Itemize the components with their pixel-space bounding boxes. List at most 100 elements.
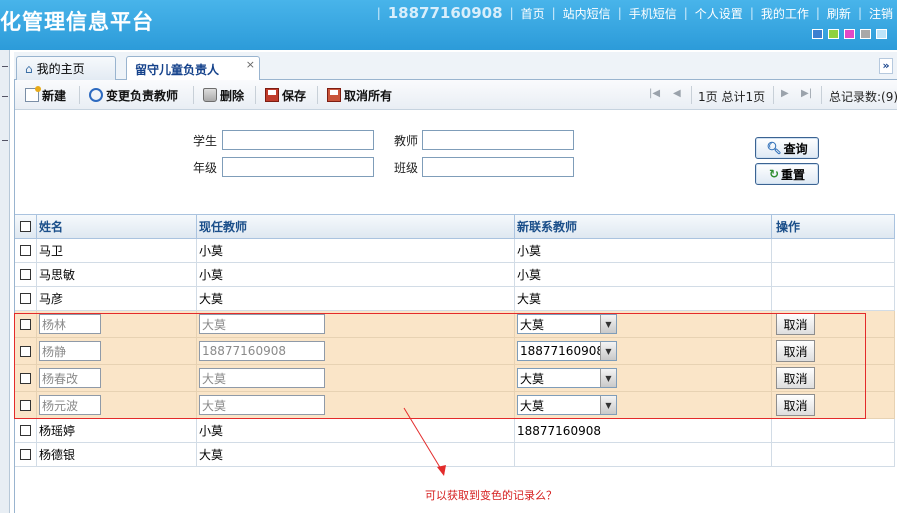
table-row[interactable]: 马彦 大莫 大莫 [15,287,895,311]
new-teacher-select-value: 18877160908 [520,344,604,358]
row-cancel-button[interactable]: 取消 [776,367,815,389]
tab-label: 我的主页 [36,62,85,76]
action-cell [772,239,895,262]
current-teacher-cell: 小莫 [197,239,515,262]
tab-left-behind-children[interactable]: 留守儿童负责人 × [126,56,260,81]
current-teacher-input[interactable]: 大莫 [199,314,325,334]
nav-settings-link[interactable]: 个人设置 [695,5,743,22]
chevron-down-icon[interactable]: ▼ [600,396,616,414]
theme-swatch-green[interactable] [828,29,839,39]
current-teacher-cell: 大莫 [197,287,515,310]
new-teacher-select[interactable]: 18877160908 ▼ [517,341,617,361]
nav-mywork-link[interactable]: 我的工作 [761,5,809,22]
student-name-cell: 杨林 [37,311,197,337]
query-button[interactable]: 🔍︎ 查询 [755,137,819,159]
table-row[interactable]: 马卫 小莫 小莫 [15,239,895,263]
user-phone: 18877160908 [387,4,503,22]
row-checkbox[interactable] [20,425,31,436]
nav-refresh-link[interactable]: 刷新 [827,5,851,22]
current-teacher-input[interactable]: 18877160908 [199,341,325,361]
row-checkbox[interactable] [20,372,31,384]
cancel-all-button[interactable]: 取消所有 [327,86,392,104]
theme-swatch-gray[interactable] [860,29,871,39]
student-name-input[interactable]: 杨林 [39,314,101,334]
select-all-checkbox[interactable] [20,221,31,232]
nav-logout-link[interactable]: 注销 [869,5,893,22]
change-teacher-button[interactable]: 变更负责教师 [89,86,178,104]
student-name-input[interactable]: 杨静 [39,341,101,361]
next-page-icon[interactable]: ▶ [781,88,789,99]
column-header-current-teacher[interactable]: 现任教师 [197,215,515,238]
table-row-editing[interactable]: 杨春改 大莫 大莫 ▼ 取消 [15,365,895,392]
query-button-label: 查询 [783,141,808,156]
new-button-label: 新建 [42,88,67,103]
theme-swatch-blue[interactable] [812,29,823,39]
table-row-editing[interactable]: 杨元波 大莫 大莫 ▼ 取消 [15,392,895,419]
chevron-down-icon[interactable]: ▼ [600,369,616,387]
student-name-cell: 马卫 [37,239,197,262]
table-row[interactable]: 杨瑶婷 小莫 18877160908 [15,419,895,443]
row-checkbox[interactable] [20,318,31,330]
current-teacher-cell: 大莫 [197,443,515,466]
row-checkbox[interactable] [20,399,31,411]
current-teacher-cell: 18877160908 [197,338,515,364]
student-name-input[interactable]: 杨元波 [39,395,101,415]
row-checkbox[interactable] [20,345,31,357]
row-checkbox[interactable] [20,449,31,460]
nav-separator: | [376,6,381,20]
last-page-icon[interactable]: ▶| [801,88,812,99]
teacher-input[interactable] [422,130,574,150]
student-name-cell: 杨春改 [37,365,197,391]
nav-separator: | [683,6,688,20]
nav-inbox-link[interactable]: 站内短信 [563,5,611,22]
row-checkbox[interactable] [20,269,31,280]
save-button[interactable]: 保存 [265,86,306,104]
current-teacher-input[interactable]: 大莫 [199,368,325,388]
theme-swatch-lightblue[interactable] [876,29,887,39]
total-records: 总记录数:(9) [829,90,897,104]
new-teacher-select-value: 大莫 [520,317,545,332]
tab-home[interactable]: ⌂ 我的主页 [16,56,116,80]
tab-menu-chevron-icon[interactable]: » [879,58,893,74]
student-input[interactable] [222,130,374,150]
grade-input[interactable] [222,157,374,177]
new-button[interactable]: 新建 [25,86,66,104]
divider [2,140,8,141]
current-teacher-input[interactable]: 大莫 [199,395,325,415]
row-checkbox[interactable] [20,245,31,256]
class-input[interactable] [422,157,574,177]
theme-swatch-pink[interactable] [844,29,855,39]
row-cancel-button[interactable]: 取消 [776,394,815,416]
table-row-editing[interactable]: 杨林 大莫 大莫 ▼ 取消 [15,311,895,338]
nav-sms-link[interactable]: 手机短信 [629,5,677,22]
left-panel-edge[interactable] [0,50,10,513]
divider [2,96,8,97]
row-checkbox[interactable] [20,293,31,304]
nav-separator: | [815,6,820,20]
student-name-input[interactable]: 杨春改 [39,368,101,388]
delete-button[interactable]: 删除 [203,86,244,104]
column-header-name[interactable]: 姓名 [37,215,197,238]
new-teacher-select[interactable]: 大莫 ▼ [517,368,617,388]
theme-swatches [812,29,887,39]
table-row[interactable]: 马思敏 小莫 小莫 [15,263,895,287]
prev-page-icon[interactable]: ◀ [673,88,681,99]
nav-home-link[interactable]: 首页 [521,5,545,22]
action-cell [772,287,895,310]
new-teacher-select-value: 大莫 [520,398,545,413]
chevron-down-icon[interactable]: ▼ [600,342,616,360]
chevron-down-icon[interactable]: ▼ [600,315,616,333]
new-teacher-cell: 大莫 [515,287,772,310]
pager-text: 1页 总计1页 [698,90,766,104]
row-cancel-button[interactable]: 取消 [776,313,815,335]
new-teacher-select[interactable]: 大莫 ▼ [517,395,617,415]
first-page-icon[interactable]: |◀ [649,88,660,99]
table-row[interactable]: 杨德银 大莫 [15,443,895,467]
column-header-new-teacher[interactable]: 新联系教师 [515,215,772,238]
new-teacher-select[interactable]: 大莫 ▼ [517,314,617,334]
nav-separator: | [551,6,556,20]
row-cancel-button[interactable]: 取消 [776,340,815,362]
reset-button[interactable]: ↻ 重置 [755,163,819,185]
close-icon[interactable]: × [246,58,255,71]
table-row-editing[interactable]: 杨静 18877160908 18877160908 ▼ 取消 [15,338,895,365]
